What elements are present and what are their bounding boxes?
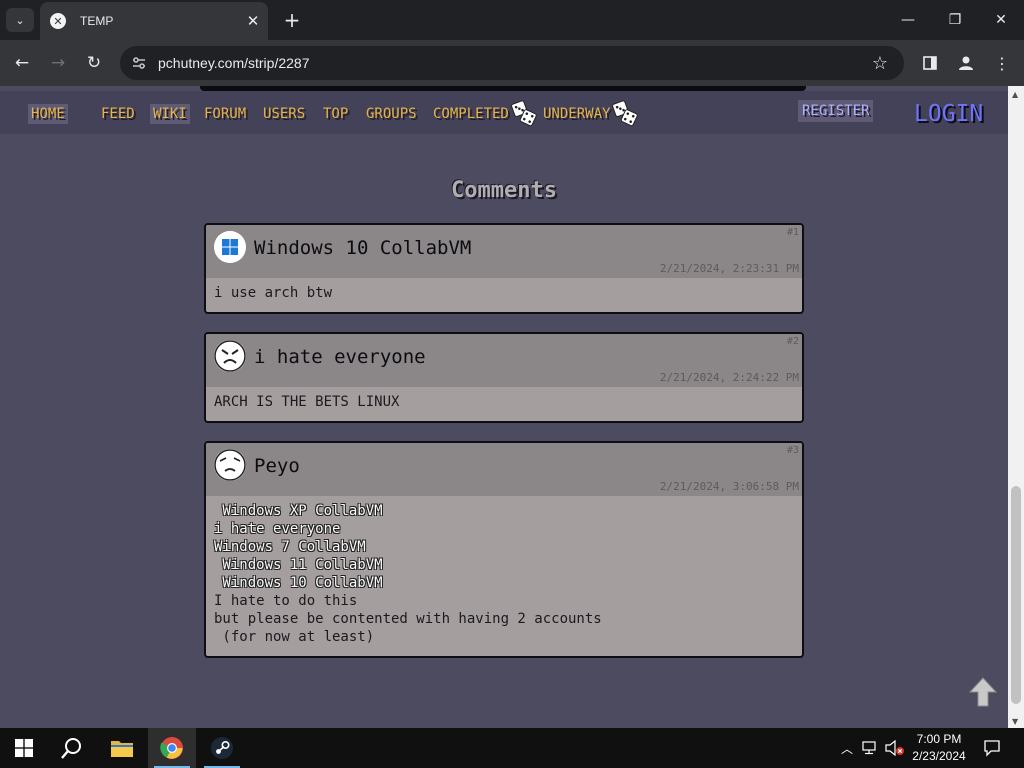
comment-header: Windows 10 CollabVM #1 2/21/2024, 2:23:3… xyxy=(206,225,802,278)
search-icon[interactable] xyxy=(48,728,96,768)
chrome-icon[interactable] xyxy=(148,728,196,768)
clock-time: 7:00 PM xyxy=(916,732,962,746)
comment-date: 2/21/2024, 2:23:31 PM xyxy=(659,262,799,275)
scroll-up-arrow-icon[interactable]: ▲ xyxy=(1012,90,1018,99)
browser-tab-bar: ⌄ ✕ TEMP ✕ + — ❐ ✕ xyxy=(0,0,1024,40)
angry-face-icon[interactable] xyxy=(214,340,246,372)
site-nav: HOME FEED WIKI FORUM USERS TOP GROUPS CO… xyxy=(0,91,1008,134)
scroll-down-arrow-icon[interactable]: ▼ xyxy=(1012,717,1018,726)
comment-username[interactable]: Peyo xyxy=(254,455,300,477)
notifications-icon[interactable] xyxy=(980,728,1004,768)
comment-date: 2/21/2024, 3:06:58 PM xyxy=(659,480,799,493)
comment-card: Peyo #3 2/21/2024, 3:06:58 PM Windows XP… xyxy=(204,441,804,658)
comment-username[interactable]: i hate everyone xyxy=(254,346,426,368)
restore-icon[interactable]: ❐ xyxy=(940,6,970,34)
comment-card: i hate everyone #2 2/21/2024, 2:24:22 PM… xyxy=(204,332,804,423)
comment-body: Windows XP CollabVM i hate everyone Window… xyxy=(206,496,802,654)
tab-title: TEMP xyxy=(80,14,114,28)
text-line: (for now at least) xyxy=(214,629,375,645)
text-line: I hate to do this xyxy=(214,593,358,609)
network-icon[interactable] xyxy=(860,728,882,768)
comment-username[interactable]: Windows 10 CollabVM xyxy=(254,237,471,259)
favicon-icon: ✕ xyxy=(50,13,66,29)
close-window-icon[interactable]: ✕ xyxy=(986,6,1016,34)
nav-feed[interactable]: FEED xyxy=(98,104,138,124)
dice-icon xyxy=(511,100,537,127)
bookmark-star-icon[interactable]: ☆ xyxy=(866,49,894,77)
nav-groups[interactable]: GROUPS xyxy=(363,104,420,124)
outlined-line: Windows 11 CollabVM xyxy=(214,557,383,573)
outlined-line: Windows XP CollabVM xyxy=(214,503,383,519)
back-arrow-icon[interactable]: ← xyxy=(8,49,36,77)
comment-number[interactable]: #2 xyxy=(787,336,799,347)
clock-date: 2/23/2024 xyxy=(912,749,966,763)
taskbar: ︿ 7:00 PM 2/23/2024 xyxy=(0,728,1024,768)
scroll-to-top-arrow-icon[interactable] xyxy=(968,676,998,708)
login-link[interactable]: LOGIN xyxy=(914,101,983,127)
browser-toolbar: ← → ↻ pchutney.com/strip/2287 ☆ ⋮ xyxy=(0,40,1024,86)
forward-arrow-icon[interactable]: → xyxy=(44,49,72,77)
page-scrollbar[interactable]: ▲ ▼ xyxy=(1008,86,1024,728)
reload-icon[interactable]: ↻ xyxy=(80,49,108,77)
comment-card: Windows 10 CollabVM #1 2/21/2024, 2:23:3… xyxy=(204,223,804,314)
comment-number[interactable]: #3 xyxy=(787,445,799,456)
outlined-line: Windows 10 CollabVM xyxy=(214,575,383,591)
nav-users[interactable]: USERS xyxy=(260,104,308,124)
url-text[interactable]: pchutney.com/strip/2287 xyxy=(158,55,866,71)
tab-search-chevron-icon[interactable]: ⌄ xyxy=(6,8,34,32)
side-panel-icon[interactable] xyxy=(916,49,944,77)
tab-close-icon[interactable]: ✕ xyxy=(242,10,264,32)
nav-forum[interactable]: FORUM xyxy=(201,104,249,124)
outlined-line: Windows 7 CollabVM xyxy=(214,539,366,555)
menu-kebab-icon[interactable]: ⋮ xyxy=(988,49,1016,77)
tray-chevron-icon[interactable]: ︿ xyxy=(838,728,856,768)
volume-muted-icon[interactable] xyxy=(884,728,906,768)
browser-tab[interactable]: ✕ TEMP ✕ xyxy=(40,2,268,40)
start-windows-icon[interactable] xyxy=(0,728,48,768)
dice-icon xyxy=(612,100,638,127)
register-link[interactable]: REGISTER xyxy=(798,100,874,122)
comment-body: ARCH IS THE BETS LINUX xyxy=(214,394,400,410)
comment-number[interactable]: #1 xyxy=(787,227,799,238)
nav-completed[interactable]: COMPLETED xyxy=(430,104,512,124)
nav-underway[interactable]: UNDERWAY xyxy=(540,104,613,124)
profile-icon[interactable] xyxy=(952,49,980,77)
nav-top[interactable]: TOP xyxy=(320,104,351,124)
file-explorer-icon[interactable] xyxy=(98,728,146,768)
sad-face-icon[interactable] xyxy=(214,449,246,481)
windows-logo-icon[interactable] xyxy=(214,231,246,263)
text-line: but please be contented with having 2 ac… xyxy=(214,611,602,627)
nav-wiki[interactable]: WIKI xyxy=(150,104,190,124)
minimize-icon[interactable]: — xyxy=(893,6,923,34)
scrollbar-thumb[interactable] xyxy=(1011,486,1021,704)
new-tab-plus-icon[interactable]: + xyxy=(280,8,304,32)
outlined-line: i hate everyone xyxy=(214,521,341,537)
address-bar[interactable]: pchutney.com/strip/2287 ☆ xyxy=(120,46,904,80)
comment-body: i use arch btw xyxy=(214,285,333,301)
page-viewport: HOME FEED WIKI FORUM USERS TOP GROUPS CO… xyxy=(0,86,1008,728)
comment-header: Peyo #3 2/21/2024, 3:06:58 PM xyxy=(206,443,802,496)
comments-heading: Comments xyxy=(451,178,557,203)
comment-header: i hate everyone #2 2/21/2024, 2:24:22 PM xyxy=(206,334,802,387)
steam-icon[interactable] xyxy=(198,728,246,768)
nav-home[interactable]: HOME xyxy=(28,104,68,124)
site-info-icon[interactable] xyxy=(126,50,152,76)
taskbar-clock[interactable]: 7:00 PM 2/23/2024 xyxy=(904,731,974,765)
comment-date: 2/21/2024, 2:24:22 PM xyxy=(659,371,799,384)
